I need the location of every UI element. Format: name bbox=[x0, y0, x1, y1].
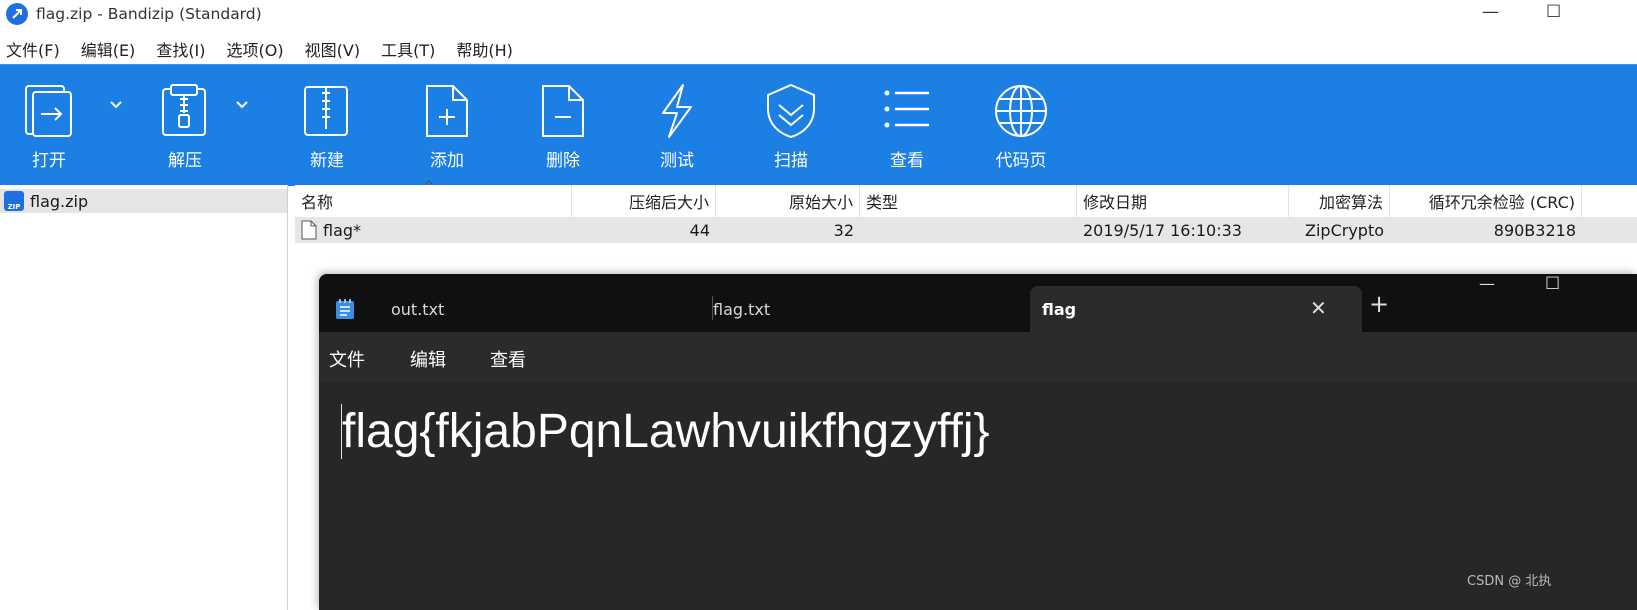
add-file-icon bbox=[426, 85, 468, 137]
tab-out-txt[interactable]: out.txt bbox=[379, 286, 691, 332]
tree-item-archive[interactable]: ZIP flag.zip bbox=[0, 189, 287, 213]
test-button[interactable]: 测试 bbox=[632, 83, 722, 171]
cell-name: flag* bbox=[295, 217, 572, 243]
menu-options[interactable]: 选项(O) bbox=[221, 37, 284, 61]
notepad-menu-file[interactable]: 文件 bbox=[329, 346, 365, 372]
close-tab-icon[interactable]: ✕ bbox=[1310, 296, 1327, 320]
scan-label: 扫描 bbox=[774, 151, 808, 171]
window-title: flag.zip - Bandizip (Standard) bbox=[36, 5, 262, 23]
open-button[interactable]: 打开 bbox=[4, 83, 94, 171]
folder-tree: ZIP flag.zip bbox=[0, 185, 288, 610]
new-label: 新建 bbox=[310, 151, 344, 171]
open-dropdown-icon[interactable] bbox=[110, 101, 122, 109]
cell-type bbox=[860, 217, 1077, 243]
column-header-name[interactable]: 名称 ^ bbox=[295, 179, 572, 217]
csdn-watermark: CSDN @ 北执 bbox=[1467, 574, 1552, 589]
minimize-button[interactable]: — bbox=[1482, 2, 1499, 22]
tab-flag-label: flag bbox=[1042, 299, 1077, 319]
codepage-label: 代码页 bbox=[995, 151, 1047, 171]
column-header-size[interactable]: 原始大小 bbox=[716, 185, 860, 217]
menu-help[interactable]: 帮助(H) bbox=[450, 37, 513, 61]
delete-button[interactable]: 删除 bbox=[518, 83, 608, 171]
column-header-packed[interactable]: 压缩后大小 bbox=[572, 185, 716, 217]
menu-edit[interactable]: 编辑(E) bbox=[75, 37, 136, 61]
lightning-icon bbox=[662, 84, 692, 138]
notepad-window: out.txt flag.txt flag ✕ + — ☐ 文件 编辑 查看 f… bbox=[319, 274, 1637, 610]
column-header-encryption[interactable]: 加密算法 bbox=[1289, 185, 1390, 217]
extract-dropdown-icon[interactable] bbox=[236, 101, 248, 109]
notepad-app-icon bbox=[336, 299, 354, 319]
shield-icon bbox=[767, 83, 815, 139]
view-button[interactable]: 查看 bbox=[862, 83, 952, 171]
menu-view[interactable]: 视图(V) bbox=[299, 37, 360, 61]
new-tab-button[interactable]: + bbox=[1369, 290, 1389, 318]
cell-crc: 890B3218 bbox=[1493, 220, 1576, 240]
menu-find[interactable]: 查找(I) bbox=[150, 37, 205, 61]
new-archive-icon bbox=[304, 86, 348, 136]
delete-label: 删除 bbox=[546, 151, 580, 171]
add-button[interactable]: 添加 bbox=[402, 83, 492, 171]
notepad-tab-bar: out.txt flag.txt flag ✕ + — ☐ bbox=[319, 274, 1637, 332]
file-name: flag* bbox=[323, 220, 362, 240]
notepad-menu-bar: 文件 编辑 查看 bbox=[319, 332, 1637, 382]
scan-button[interactable]: 扫描 bbox=[746, 83, 836, 171]
test-label: 测试 bbox=[660, 151, 694, 171]
maximize-button[interactable]: ☐ bbox=[1546, 2, 1561, 22]
file-icon bbox=[301, 220, 317, 240]
column-header-name-label: 名称 bbox=[301, 193, 334, 212]
view-label: 查看 bbox=[890, 151, 924, 171]
open-label: 打开 bbox=[32, 151, 66, 171]
notepad-editor[interactable]: flag{fkjabPqnLawhvuikfhgzyffj} bbox=[319, 382, 1637, 610]
extract-button[interactable]: 解压 bbox=[140, 83, 230, 171]
column-header-type[interactable]: 类型 bbox=[860, 185, 1077, 217]
editor-text[interactable]: flag{fkjabPqnLawhvuikfhgzyffj} bbox=[341, 404, 990, 459]
column-header-modified[interactable]: 修改日期 bbox=[1077, 185, 1289, 217]
list-icon bbox=[884, 90, 929, 128]
tab-flag-txt[interactable]: flag.txt bbox=[713, 286, 1013, 332]
zip-archive-icon: ZIP bbox=[4, 191, 24, 211]
cell-original-size: 32 bbox=[833, 220, 854, 240]
menu-file[interactable]: 文件(F) bbox=[0, 37, 60, 61]
notepad-menu-view[interactable]: 查看 bbox=[490, 346, 526, 372]
extract-icon bbox=[162, 84, 206, 136]
codepage-button[interactable]: 代码页 bbox=[976, 83, 1066, 171]
new-button[interactable]: 新建 bbox=[282, 83, 372, 171]
open-icon bbox=[25, 85, 72, 137]
title-bar: flag.zip - Bandizip (Standard) — ☐ bbox=[0, 0, 1637, 28]
menu-tools[interactable]: 工具(T) bbox=[375, 37, 435, 61]
table-row[interactable]: flag* 44 32 2019/5/17 16:10:33 ZipCrypto… bbox=[295, 217, 1637, 243]
add-label: 添加 bbox=[430, 151, 464, 171]
tree-item-label: flag.zip bbox=[30, 191, 89, 211]
cell-encryption: ZipCrypto bbox=[1305, 220, 1384, 240]
cell-packed-size: 44 bbox=[689, 220, 710, 240]
delete-file-icon bbox=[542, 85, 584, 137]
column-header-crc[interactable]: 循环冗余检验 (CRC) bbox=[1390, 185, 1582, 217]
notepad-minimize-button[interactable]: — bbox=[1479, 274, 1495, 293]
extract-label: 解压 bbox=[168, 151, 202, 171]
menu-bar: 文件(F) 编辑(E) 查找(I) 选项(O) 视图(V) 工具(T) 帮助(H… bbox=[0, 34, 528, 64]
sort-ascending-icon: ^ bbox=[423, 179, 435, 195]
tab-flag[interactable]: flag ✕ bbox=[1030, 286, 1362, 332]
notepad-maximize-button[interactable]: ☐ bbox=[1545, 274, 1560, 294]
toolbar: 打开 解压 新建 添加 删除 测试 扫描 查看 代码页 bbox=[0, 64, 1637, 186]
bandizip-logo-icon bbox=[6, 3, 28, 25]
globe-icon bbox=[995, 85, 1047, 137]
cell-modified: 2019/5/17 16:10:33 bbox=[1083, 220, 1242, 240]
notepad-menu-edit[interactable]: 编辑 bbox=[410, 346, 446, 372]
